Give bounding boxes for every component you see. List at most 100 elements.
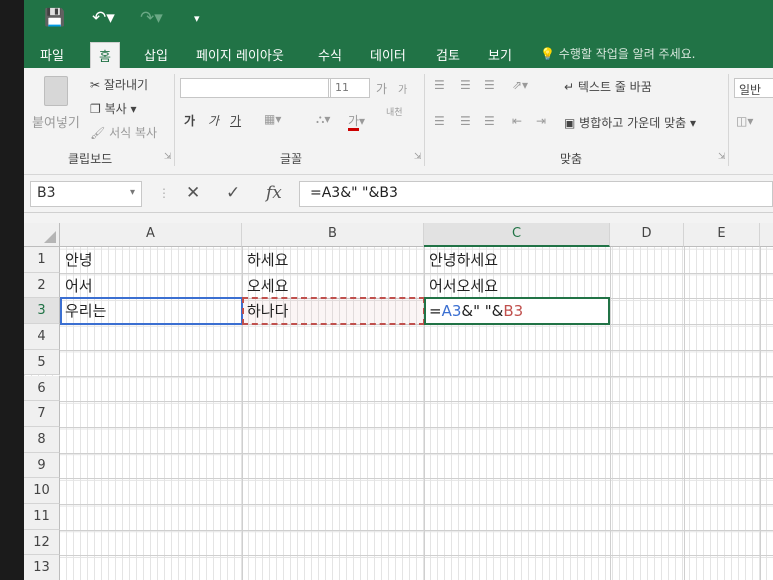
row-header-11[interactable]: 11 (24, 504, 60, 530)
undo-icon[interactable]: ↶▾ (92, 8, 115, 28)
grow-font-button[interactable]: 가 (376, 80, 387, 97)
tab-review[interactable]: 검토 (436, 45, 460, 64)
format-painter-button[interactable]: 🖌 서식 복사 (90, 124, 157, 141)
tab-page-layout[interactable]: 페이지 레이아웃 (196, 45, 284, 64)
cell-b3[interactable]: 하나다 (243, 298, 424, 324)
fill-color-icon[interactable]: ⛬▾ (316, 112, 330, 127)
gridline (60, 452, 773, 454)
chevron-down-icon: ▾ (130, 102, 137, 116)
separator (424, 74, 425, 166)
merge-center-label: 병합하고 가운데 맞춤 (579, 116, 687, 130)
text-color-label: 가 (348, 114, 360, 131)
separator (728, 74, 729, 166)
separator (174, 74, 175, 166)
italic-button[interactable]: 가 (208, 112, 219, 129)
increase-indent-icon[interactable]: ⇥ (536, 114, 546, 128)
column-header-b[interactable]: B (242, 223, 424, 247)
name-box[interactable]: B3 ▾ (30, 181, 142, 207)
row-header-3[interactable]: 3 (24, 298, 60, 325)
chevron-down-icon[interactable]: ▾ (130, 187, 135, 198)
column-header-a[interactable]: A (60, 223, 242, 247)
cell-a2[interactable]: 어서 (61, 273, 242, 299)
dialog-launcher-icon[interactable]: ⇲ (164, 152, 172, 162)
dialog-launcher-icon[interactable]: ⇲ (718, 152, 726, 162)
align-middle-icon[interactable]: ☰ (460, 78, 471, 92)
row-header-7[interactable]: 7 (24, 401, 60, 427)
formula-equals: = (429, 302, 442, 321)
column-header-e[interactable]: E (684, 223, 760, 247)
row-header-2[interactable]: 2 (24, 272, 60, 299)
paste-label: 붙여넣기 (32, 116, 80, 131)
worksheet-grid[interactable]: A B C D E 1 2 3 4 5 6 7 8 9 10 11 12 13 (24, 223, 773, 580)
cut-button[interactable]: ✂ 잘라내기 (90, 76, 148, 93)
row-header-12[interactable]: 12 (24, 529, 60, 556)
title-bar: 💾 ↶▾ ↷▾ ▾ (24, 0, 773, 40)
select-all-button[interactable] (24, 223, 60, 247)
gridline (60, 426, 773, 428)
insert-function-icon[interactable]: fx (266, 183, 282, 203)
tab-data[interactable]: 데이터 (370, 45, 406, 64)
copy-button[interactable]: ❐ 복사 ▾ (90, 100, 137, 117)
customize-icon[interactable]: ▾ (194, 12, 200, 25)
bold-button[interactable]: 가 (184, 112, 195, 129)
row-header-8[interactable]: 8 (24, 426, 60, 453)
decrease-indent-icon[interactable]: ⇤ (512, 114, 522, 128)
name-box-value: B3 (37, 185, 56, 201)
cell-b1[interactable]: 하세요 (243, 247, 424, 273)
gridline (60, 555, 773, 557)
tab-formulas[interactable]: 수식 (318, 45, 342, 64)
align-right-icon[interactable]: ☰ (484, 114, 495, 128)
number-format-select[interactable]: 일반 (734, 78, 773, 98)
paste-button[interactable]: 붙여넣기 (32, 74, 80, 136)
redo-icon[interactable]: ↷▾ (140, 8, 163, 28)
cancel-icon[interactable]: ✕ (186, 183, 200, 203)
font-name-select[interactable] (180, 78, 330, 98)
align-left-icon[interactable]: ☰ (434, 114, 445, 128)
column-header-c[interactable]: C (424, 223, 610, 247)
text-color-button[interactable]: 가▾ (348, 112, 365, 131)
tell-me-box[interactable]: 💡 수행할 작업을 알려 주세요. (540, 45, 695, 62)
font-size-select[interactable]: 11 (330, 78, 370, 98)
cell-b2[interactable]: 오세요 (243, 273, 424, 299)
tab-file[interactable]: 파일 (40, 45, 64, 64)
formula-input[interactable]: =A3&" "&B3 (299, 181, 773, 207)
formula-ref-b3: B3 (503, 302, 524, 321)
cell-a1[interactable]: 안녕 (61, 247, 242, 273)
cell-c2[interactable]: 어서오세요 (425, 273, 610, 299)
column-header-d[interactable]: D (610, 223, 684, 247)
shrink-font-button[interactable]: 가 (398, 81, 407, 96)
ribbon-tabs: 파일 홈 삽입 페이지 레이아웃 수식 데이터 검토 보기 💡 수행할 작업을 … (24, 40, 773, 68)
row-header-1[interactable]: 1 (24, 247, 60, 273)
align-center-icon[interactable]: ☰ (460, 114, 471, 128)
wrap-text-label: 텍스트 줄 바꿈 (577, 80, 652, 94)
row-header-10[interactable]: 10 (24, 478, 60, 504)
orientation-icon[interactable]: ⇗▾ (512, 78, 528, 92)
row-header-5[interactable]: 5 (24, 349, 60, 376)
clipboard-group-label: 클립보드 (68, 152, 113, 166)
row-header-9[interactable]: 9 (24, 452, 60, 479)
column-header-f[interactable] (760, 223, 773, 247)
dialog-launcher-icon[interactable]: ⇲ (414, 152, 422, 162)
border-icon[interactable]: ▦▾ (264, 112, 281, 126)
merge-center-button[interactable]: ▣ 병합하고 가운데 맞춤 ▾ (564, 114, 696, 131)
cell-c3-formula[interactable]: =A3&" "&B3 (425, 298, 610, 324)
format-painter-label: 서식 복사 (109, 126, 158, 140)
phonetic-button[interactable]: 내천 (386, 108, 404, 118)
align-bottom-icon[interactable]: ☰ (484, 78, 495, 92)
row-header-13[interactable]: 13 (24, 555, 60, 580)
align-top-icon[interactable]: ☰ (434, 78, 445, 92)
save-icon[interactable]: 💾 (44, 8, 65, 28)
tab-view[interactable]: 보기 (488, 45, 512, 64)
wrap-text-button[interactable]: ↵ 텍스트 줄 바꿈 (564, 78, 652, 95)
select-all-triangle-icon (44, 231, 56, 243)
cell-a3[interactable]: 우리는 (61, 298, 242, 324)
row-header-4[interactable]: 4 (24, 324, 60, 350)
row-header-6[interactable]: 6 (24, 375, 60, 402)
underline-button[interactable]: 가 (230, 112, 241, 129)
gridline (60, 504, 773, 505)
enter-icon[interactable]: ✓ (226, 183, 240, 203)
cell-c1[interactable]: 안녕하세요 (425, 247, 610, 273)
currency-icon[interactable]: ◫▾ (736, 114, 753, 128)
tab-insert[interactable]: 삽입 (144, 45, 168, 64)
tab-home[interactable]: 홈 (90, 42, 120, 68)
